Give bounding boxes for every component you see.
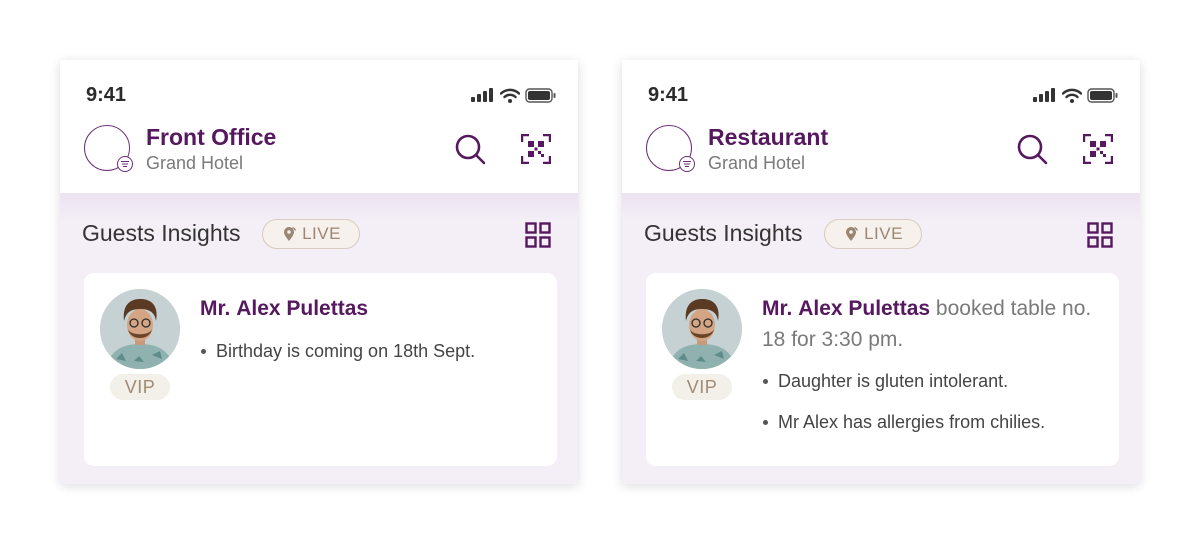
status-time: 9:41 bbox=[86, 84, 127, 106]
cellular-signal-icon bbox=[1033, 88, 1055, 102]
wifi-icon bbox=[1062, 88, 1082, 103]
department-title: Front Office bbox=[146, 124, 277, 150]
battery-icon bbox=[525, 87, 556, 103]
section-title: Guests Insights bbox=[644, 220, 803, 246]
live-label: LIVE bbox=[302, 224, 341, 243]
status-time: 9:41 bbox=[648, 84, 689, 106]
menu-badge-icon bbox=[679, 156, 695, 172]
app-header bbox=[60, 60, 578, 193]
guest-name[interactable]: Alex Pulettas bbox=[798, 297, 930, 320]
hotel-name: Grand Hotel bbox=[146, 153, 244, 173]
hotel-name: Grand Hotel bbox=[708, 153, 806, 173]
status-icons bbox=[471, 87, 557, 103]
guest-name[interactable]: Alex Pulettas bbox=[236, 297, 368, 320]
grid-view-icon[interactable] bbox=[525, 222, 551, 248]
menu-badge-icon bbox=[117, 156, 133, 172]
status-icons bbox=[1033, 87, 1119, 103]
department-avatar[interactable] bbox=[84, 125, 133, 172]
guest-title: Mr. bbox=[200, 297, 231, 320]
guest-headline: Mr. Alex Pulettas bbox=[200, 293, 545, 324]
section-title: Guests Insights bbox=[82, 220, 241, 246]
wifi-icon bbox=[500, 88, 520, 103]
guest-headline: Mr. Alex Pulettas booked table no. 18 fo… bbox=[762, 293, 1107, 355]
guest-insight-card[interactable]: VIP Mr. Alex Pulettas booked table no. 1… bbox=[646, 273, 1119, 466]
vip-badge: VIP bbox=[110, 374, 170, 400]
search-icon[interactable] bbox=[1016, 133, 1048, 165]
guest-avatar bbox=[662, 289, 742, 369]
insight-note: Mr Alex has allergies from chilies. bbox=[762, 411, 1112, 433]
guest-title: Mr. bbox=[762, 297, 793, 320]
app-header bbox=[622, 60, 1140, 193]
vip-badge: VIP bbox=[672, 374, 732, 400]
restaurant-screen: 9:41 Restaurant Grand Hotel Guests Insig… bbox=[622, 60, 1140, 484]
insights-mockups: 9:41 Front Office Grand Hotel Guests Ins… bbox=[0, 0, 1200, 545]
live-badge[interactable]: LIVE bbox=[824, 219, 922, 249]
insight-notes: Daughter is gluten intolerant. Mr Alex h… bbox=[762, 370, 1112, 452]
department-title: Restaurant bbox=[708, 124, 829, 150]
battery-icon bbox=[1087, 87, 1118, 103]
insight-notes: Birthday is coming on 18th Sept. bbox=[200, 340, 550, 381]
front-office-screen: 9:41 Front Office Grand Hotel Guests Ins… bbox=[60, 60, 578, 484]
department-avatar[interactable] bbox=[646, 125, 695, 172]
grid-view-icon[interactable] bbox=[1087, 222, 1113, 248]
live-badge[interactable]: LIVE bbox=[262, 219, 360, 249]
cellular-signal-icon bbox=[471, 88, 493, 102]
insight-note: Daughter is gluten intolerant. bbox=[762, 370, 1112, 392]
qr-scan-icon[interactable] bbox=[521, 134, 551, 164]
insight-note: Birthday is coming on 18th Sept. bbox=[200, 340, 550, 362]
guest-insight-card[interactable]: VIP Mr. Alex Pulettas Birthday is coming… bbox=[84, 273, 557, 466]
live-label: LIVE bbox=[864, 224, 903, 243]
search-icon[interactable] bbox=[454, 133, 486, 165]
live-pin-icon bbox=[284, 226, 297, 241]
guest-avatar bbox=[100, 289, 180, 369]
live-pin-icon bbox=[846, 226, 859, 241]
qr-scan-icon[interactable] bbox=[1083, 134, 1113, 164]
